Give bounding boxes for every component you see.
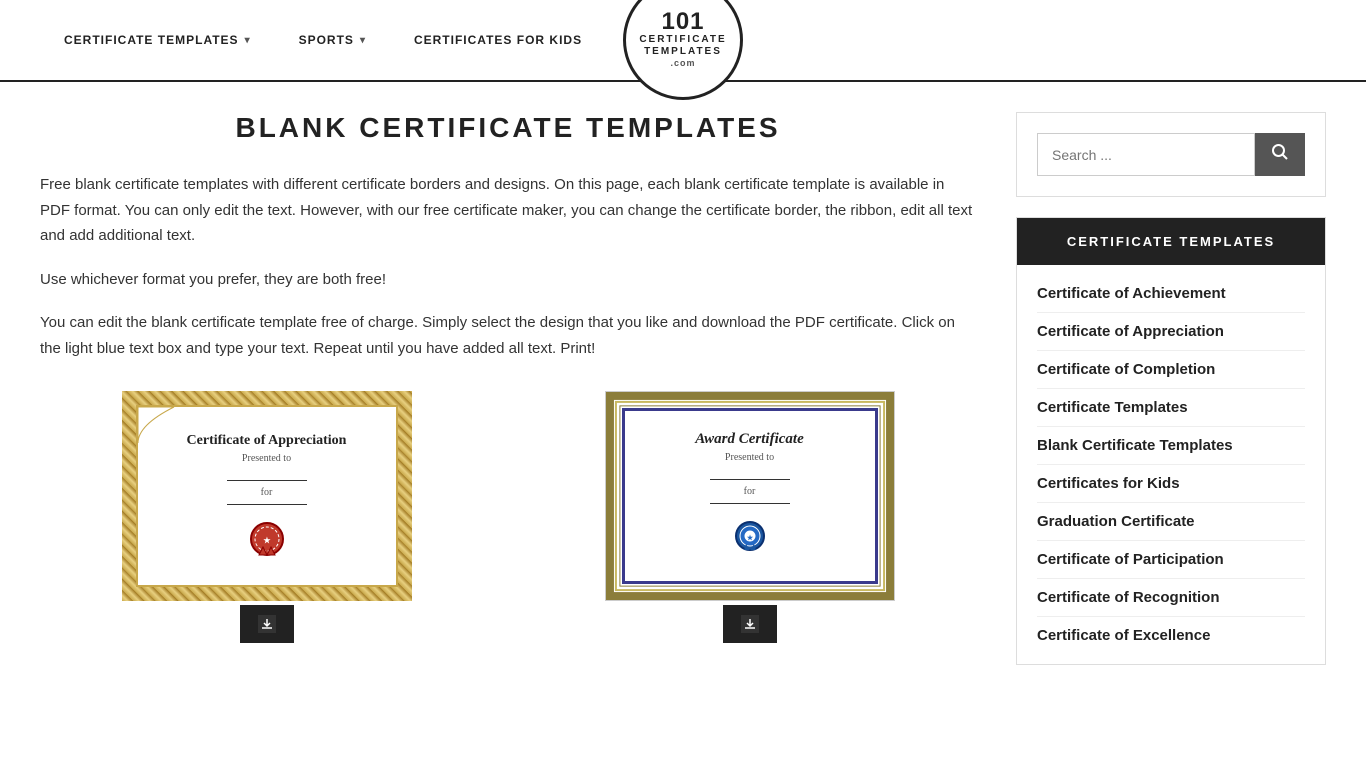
page-title: BLANK CERTIFICATE TEMPLATES [40,112,976,144]
search-box [1016,112,1326,197]
sidebar-widget-cert-templates: CERTIFICATE TEMPLATES Certificate of Ach… [1016,217,1326,665]
sidebar-link-8[interactable]: Certificate of Recognition [1037,579,1305,617]
search-icon [1271,143,1289,161]
search-input[interactable] [1037,133,1255,176]
cert-card-appreciation: Certificate of Appreciation Presented to… [40,391,493,643]
sidebar-link-5[interactable]: Certificates for Kids [1037,465,1305,503]
download-btn-appreciation[interactable] [240,605,294,643]
cert-thumb-appreciation: Certificate of Appreciation Presented to… [122,391,412,601]
sidebar: CERTIFICATE TEMPLATES Certificate of Ach… [1016,112,1326,665]
cert-appreciation-for: for [261,487,273,498]
logo-number: 101 [661,10,704,34]
cert-appreciation-title: Certificate of Appreciation [187,433,347,449]
sidebar-links: Certificate of AchievementCertificate of… [1017,265,1325,664]
svg-text:★: ★ [263,536,271,545]
sidebar-link-1[interactable]: Certificate of Appreciation [1037,313,1305,351]
nav-label-certificate-templates: CERTIFICATE TEMPLATES [64,33,239,47]
nav-label-kids: CERTIFICATES FOR KIDS [414,33,582,47]
nav-item-certificate-templates[interactable]: CERTIFICATE TEMPLATES ▾ [40,5,275,75]
sidebar-link-9[interactable]: Certificate of Excellence [1037,617,1305,654]
cert-award-line1 [710,479,790,480]
download-btn-award[interactable] [723,605,777,643]
cert-award-title: Award Certificate [695,431,803,448]
site-header: CERTIFICATE TEMPLATES ▾ SPORTS ▾ CERTIFI… [0,0,1366,82]
logo-line1: CERTIFICATE [639,34,726,46]
sidebar-link-3[interactable]: Certificate Templates [1037,389,1305,427]
svg-text:★: ★ [746,534,753,542]
sidebar-widget-title: CERTIFICATE TEMPLATES [1017,218,1325,265]
intro-paragraph-2: Use whichever format you prefer, they ar… [40,267,976,293]
logo-line2: TEMPLATES [644,46,722,58]
intro-paragraph-3: You can edit the blank certificate templ… [40,310,976,361]
sidebar-link-4[interactable]: Blank Certificate Templates [1037,427,1305,465]
cert-grid: Certificate of Appreciation Presented to… [40,391,976,643]
cert-award-presented: Presented to [725,452,774,463]
cert-card-award: Award Certificate Presented to for ★ [523,391,976,643]
sidebar-link-7[interactable]: Certificate of Participation [1037,541,1305,579]
sidebar-link-6[interactable]: Graduation Certificate [1037,503,1305,541]
sidebar-link-0[interactable]: Certificate of Achievement [1037,275,1305,313]
sidebar-link-2[interactable]: Certificate of Completion [1037,351,1305,389]
main-wrapper: BLANK CERTIFICATE TEMPLATES Free blank c… [0,82,1366,705]
cert-award-line2 [710,503,790,504]
intro-paragraph-1: Free blank certificate templates with di… [40,172,976,249]
main-nav: CERTIFICATE TEMPLATES ▾ SPORTS ▾ CERTIFI… [40,0,1326,80]
nav-chevron-certificate-templates: ▾ [245,35,251,46]
search-button[interactable] [1255,133,1305,176]
cert-appreciation-line2 [227,504,307,505]
nav-item-sports[interactable]: SPORTS ▾ [275,5,390,75]
cert-award-for: for [744,486,756,497]
cert-thumb-award: Award Certificate Presented to for ★ [605,391,895,601]
cert-ribbon-icon: ★ [728,518,772,562]
download-icon [258,615,276,633]
nav-chevron-sports: ▾ [360,35,366,46]
content-area: BLANK CERTIFICATE TEMPLATES Free blank c… [40,112,976,665]
nav-item-kids[interactable]: CERTIFICATES FOR KIDS [390,5,606,75]
cert-award-inner: Award Certificate Presented to for ★ [622,408,878,584]
nav-label-sports: SPORTS [299,33,354,47]
download-icon-2 [741,615,759,633]
cert-appreciation-line1 [227,480,307,481]
logo-dot: .com [670,58,695,70]
cert-seal-icon: ★ [247,519,287,559]
cert-appreciation-presented: Presented to [242,453,291,464]
cert-appreciation-inner: Certificate of Appreciation Presented to… [136,405,398,587]
